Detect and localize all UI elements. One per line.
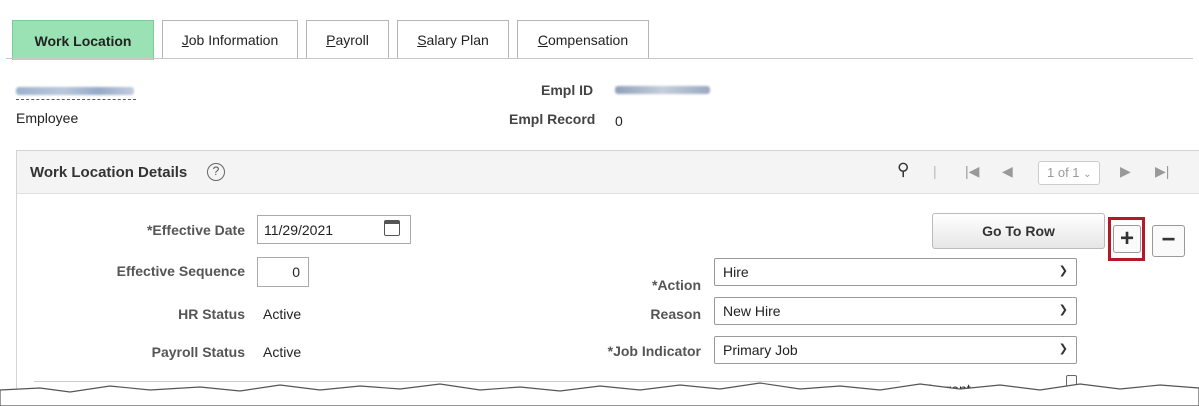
- highlight-box: +: [1108, 217, 1145, 261]
- tab-label: Salary Plan: [417, 32, 489, 48]
- effective-sequence-label: Effective Sequence: [116, 263, 245, 279]
- torn-edge: [0, 382, 1199, 406]
- effective-date-label: *Effective Date: [146, 222, 245, 238]
- redacted-empl-id: [615, 86, 710, 94]
- action-label: *Action: [652, 277, 701, 293]
- row-selector[interactable]: 1 of 1 ⌄: [1038, 161, 1100, 185]
- reason-label: Reason: [650, 306, 701, 322]
- employee-type: Employee: [16, 110, 79, 126]
- employee-name-link[interactable]: [16, 82, 136, 100]
- tab-label: Job Information: [181, 32, 279, 48]
- separator: |: [933, 163, 937, 179]
- tab-compensation[interactable]: Compensation: [517, 20, 649, 59]
- tab-work-location[interactable]: Work Location: [12, 20, 154, 60]
- reason-select[interactable]: New Hire ❯: [714, 297, 1077, 325]
- row-selector-value: 1 of 1: [1047, 165, 1080, 180]
- hr-status-value: Active: [263, 306, 302, 322]
- chevron-down-icon: ⌄: [1083, 169, 1092, 180]
- panel-header: Work Location Details ? ⚲ | |◀ ◀ 1 of 1 …: [17, 151, 1199, 194]
- effective-sequence-value: 0: [292, 264, 300, 280]
- calendar-icon[interactable]: [384, 220, 400, 236]
- tab-job-information[interactable]: Job Information: [162, 20, 298, 59]
- job-indicator-value: Primary Job: [723, 342, 798, 358]
- payroll-status-value: Active: [263, 344, 302, 360]
- empl-record-value: 0: [615, 113, 623, 129]
- redacted-name: [16, 87, 134, 95]
- action-select[interactable]: Hire ❯: [714, 258, 1077, 286]
- empl-id-label: Empl ID: [541, 82, 594, 98]
- add-row-button[interactable]: +: [1113, 225, 1141, 253]
- action-value: Hire: [723, 264, 749, 280]
- effective-date-value: 11/29/2021: [264, 222, 334, 238]
- panel-title: Work Location Details: [30, 164, 188, 181]
- tab-payroll[interactable]: Payroll: [306, 20, 389, 59]
- job-indicator-label: *Job Indicator: [607, 343, 701, 359]
- delete-row-button[interactable]: −: [1152, 225, 1185, 257]
- effective-date-input[interactable]: 11/29/2021: [257, 215, 411, 244]
- first-row-icon[interactable]: |◀: [965, 163, 979, 180]
- effective-sequence-input[interactable]: 0: [257, 257, 309, 287]
- hr-status-label: HR Status: [178, 306, 245, 322]
- chevron-down-icon: ❯: [1058, 265, 1068, 277]
- tab-label: Compensation: [537, 32, 629, 48]
- chevron-down-icon: ❯: [1058, 343, 1068, 355]
- tab-bar: Work Location Job Information Payroll Sa…: [0, 0, 1199, 60]
- empl-record-label: Empl Record: [509, 111, 596, 127]
- tab-salary-plan[interactable]: Salary Plan: [397, 20, 509, 59]
- tab-underline: [6, 58, 1193, 59]
- tab-label: Payroll: [326, 32, 369, 48]
- search-icon[interactable]: ⚲: [897, 160, 909, 180]
- previous-row-icon[interactable]: ◀: [1002, 163, 1013, 180]
- chevron-down-icon: ❯: [1058, 304, 1068, 316]
- payroll-status-label: Payroll Status: [151, 344, 245, 360]
- go-to-row-button[interactable]: Go To Row: [932, 213, 1105, 249]
- help-icon[interactable]: ?: [207, 163, 225, 181]
- next-row-icon[interactable]: ▶: [1120, 163, 1131, 180]
- last-row-icon[interactable]: ▶|: [1155, 163, 1169, 180]
- job-indicator-select[interactable]: Primary Job ❯: [714, 336, 1077, 364]
- tab-label: Work Location: [34, 32, 132, 49]
- reason-value: New Hire: [723, 303, 781, 319]
